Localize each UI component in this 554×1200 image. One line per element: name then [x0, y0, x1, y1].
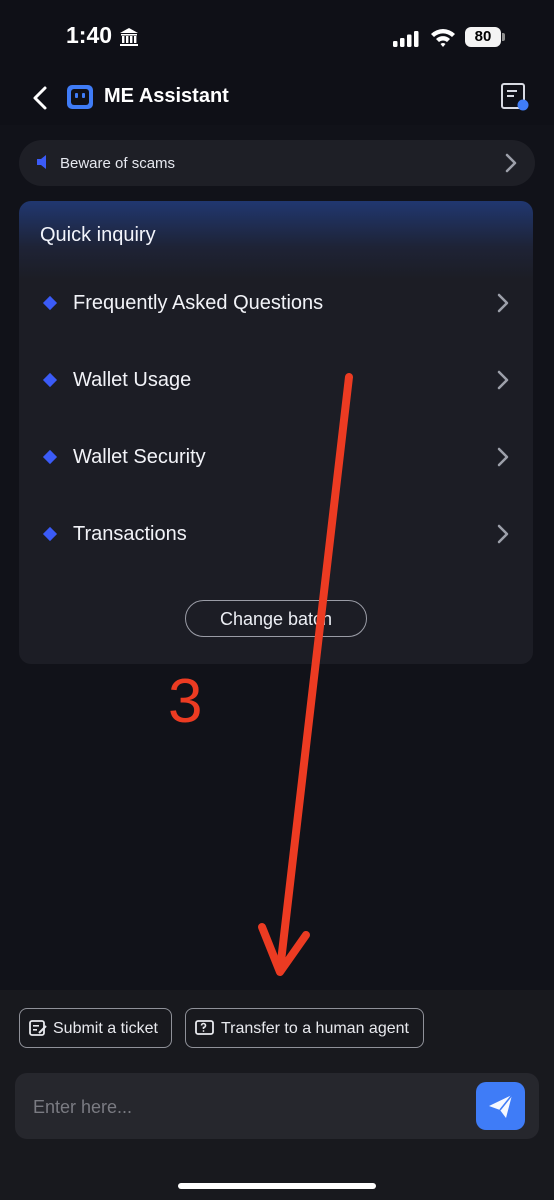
submit-ticket-label: Submit a ticket	[53, 1020, 158, 1037]
send-button[interactable]	[476, 1082, 525, 1130]
ticket-icon	[29, 1020, 47, 1036]
message-input[interactable]: Enter here...	[33, 1097, 132, 1118]
send-icon	[489, 1094, 513, 1118]
home-indicator	[178, 1183, 376, 1189]
transfer-human-label: Transfer to a human agent	[221, 1020, 409, 1037]
agent-icon	[195, 1020, 214, 1035]
